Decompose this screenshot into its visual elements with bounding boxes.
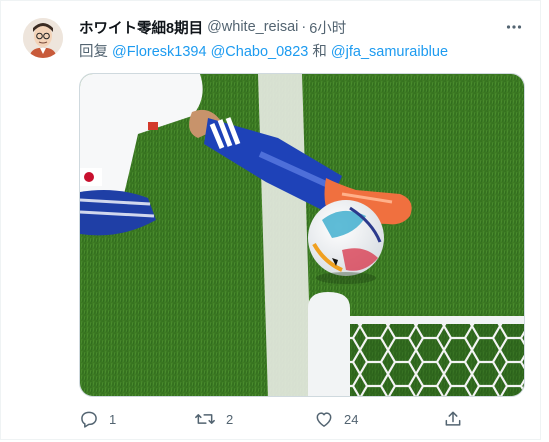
retweet-icon bbox=[194, 409, 216, 429]
avatar[interactable] bbox=[23, 18, 63, 58]
like-count: 24 bbox=[344, 411, 359, 427]
retweet-button[interactable]: 2 bbox=[194, 407, 233, 431]
reply-prefix: 回复 bbox=[79, 44, 108, 60]
more-icon[interactable] bbox=[504, 17, 524, 37]
separator-dot: · bbox=[301, 19, 307, 35]
retweet-count: 2 bbox=[226, 411, 234, 427]
tweet-header: ホワイト零細8期目 @white_reisai · 6小时 bbox=[79, 17, 524, 37]
action-bar: 1 2 24 bbox=[79, 407, 479, 431]
display-name[interactable]: ホワイト零細8期目 bbox=[79, 17, 203, 38]
tweet-card[interactable]: ホワイト零細8期目 @white_reisai · 6小时 回复 @Flores… bbox=[0, 0, 541, 440]
mention-link[interactable]: @Floresk1394 bbox=[112, 44, 207, 60]
reply-button[interactable]: 1 bbox=[79, 407, 116, 431]
like-icon bbox=[314, 409, 334, 429]
mention-link[interactable]: @Chabo_0823 bbox=[211, 44, 309, 60]
tweet-photo[interactable] bbox=[79, 73, 525, 397]
timestamp[interactable]: 6小时 bbox=[309, 17, 346, 38]
user-handle[interactable]: @white_reisai bbox=[207, 19, 298, 35]
mention-link[interactable]: @jfa_samuraiblue bbox=[331, 44, 448, 60]
reply-conjunction: 和 bbox=[312, 44, 327, 60]
like-button[interactable]: 24 bbox=[314, 407, 358, 431]
reply-context: 回复 @Floresk1394 @Chabo_0823 和 @jfa_samur… bbox=[79, 40, 448, 61]
reply-icon bbox=[79, 409, 99, 429]
share-button[interactable] bbox=[443, 407, 463, 431]
share-icon bbox=[443, 409, 463, 429]
reply-count: 1 bbox=[109, 411, 117, 427]
